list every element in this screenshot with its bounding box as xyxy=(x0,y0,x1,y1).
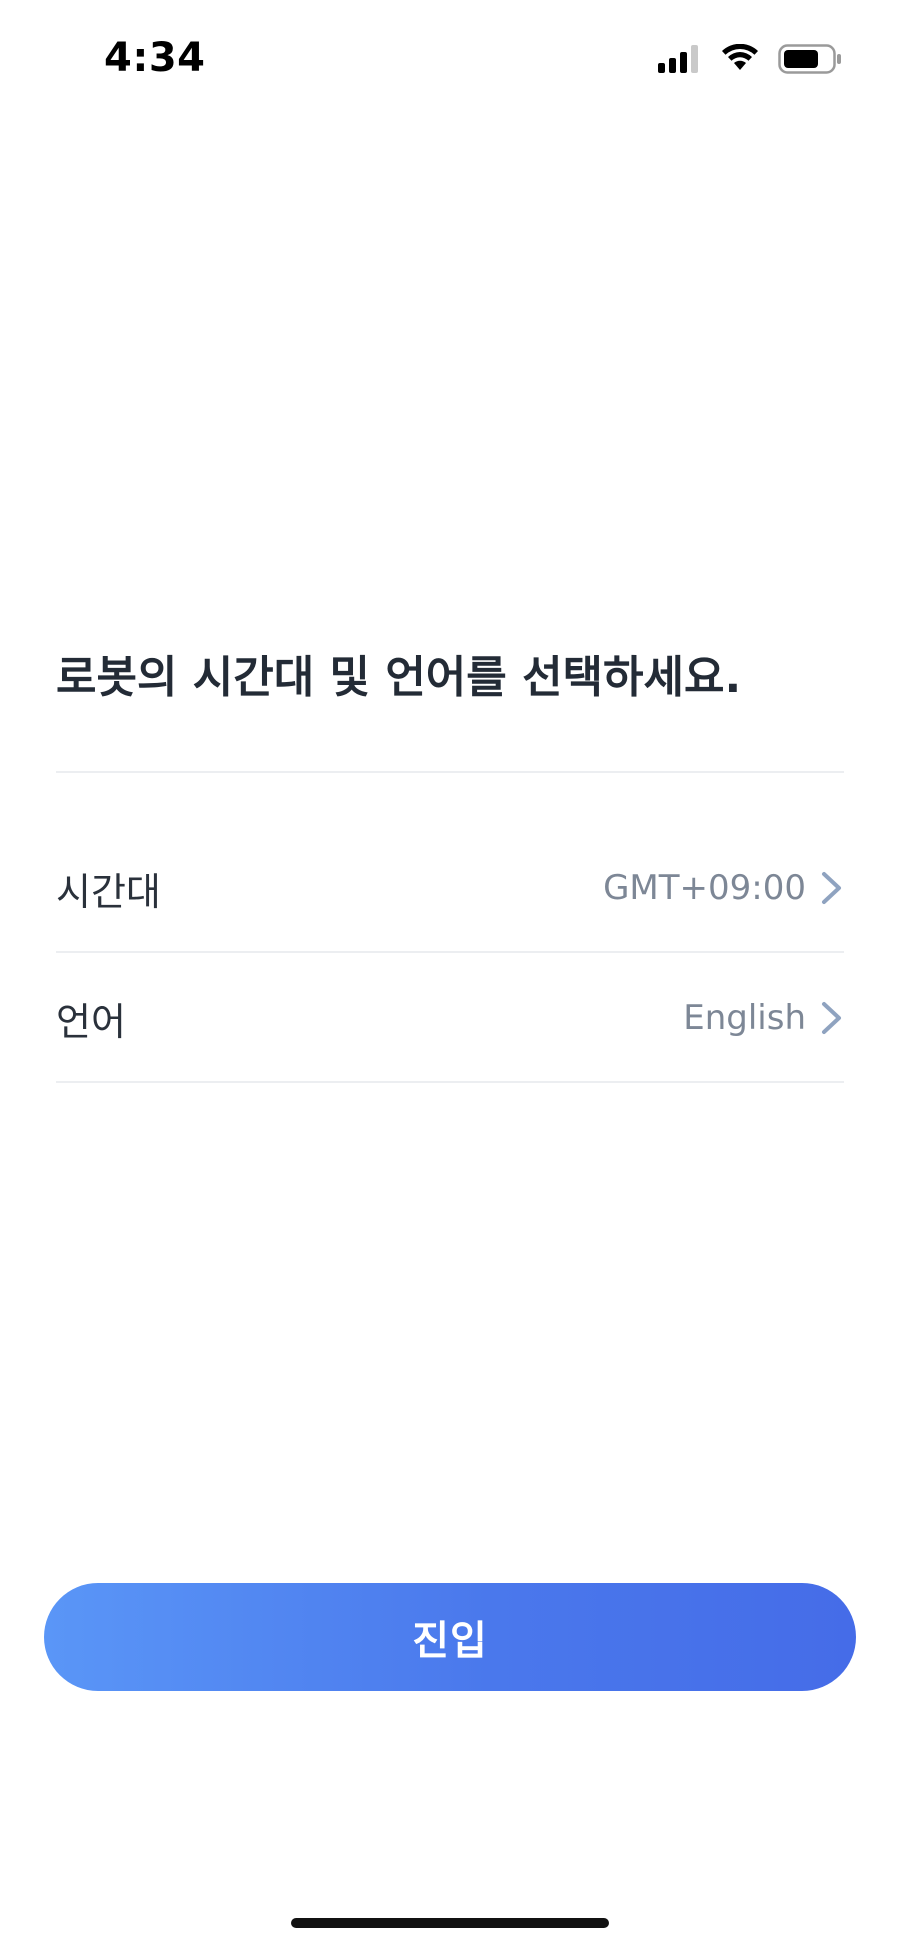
language-label: 언어 xyxy=(56,999,126,1044)
page-title: 로봇의 시간대 및 언어를 선택하세요. xyxy=(56,652,742,703)
timezone-label: 시간대 xyxy=(56,869,161,914)
status-icons xyxy=(658,44,842,74)
timezone-value: GMT+09:00 xyxy=(603,868,806,908)
language-row[interactable]: 언어 English xyxy=(56,953,844,1083)
timezone-row[interactable]: 시간대 GMT+09:00 xyxy=(56,823,844,953)
divider xyxy=(56,1081,844,1083)
home-indicator[interactable] xyxy=(291,1918,609,1928)
timezone-value-group: GMT+09:00 xyxy=(603,868,844,908)
wifi-icon xyxy=(720,44,760,74)
language-value: English xyxy=(683,998,806,1038)
chevron-right-icon xyxy=(820,871,844,905)
cellular-signal-icon xyxy=(658,45,702,73)
status-bar: 4:34 xyxy=(0,0,900,120)
enter-button[interactable]: 진입 xyxy=(44,1583,856,1691)
chevron-right-icon xyxy=(820,1001,844,1035)
status-time: 4:34 xyxy=(104,35,206,81)
battery-icon xyxy=(778,44,842,74)
language-value-group: English xyxy=(683,998,844,1038)
divider xyxy=(56,771,844,773)
